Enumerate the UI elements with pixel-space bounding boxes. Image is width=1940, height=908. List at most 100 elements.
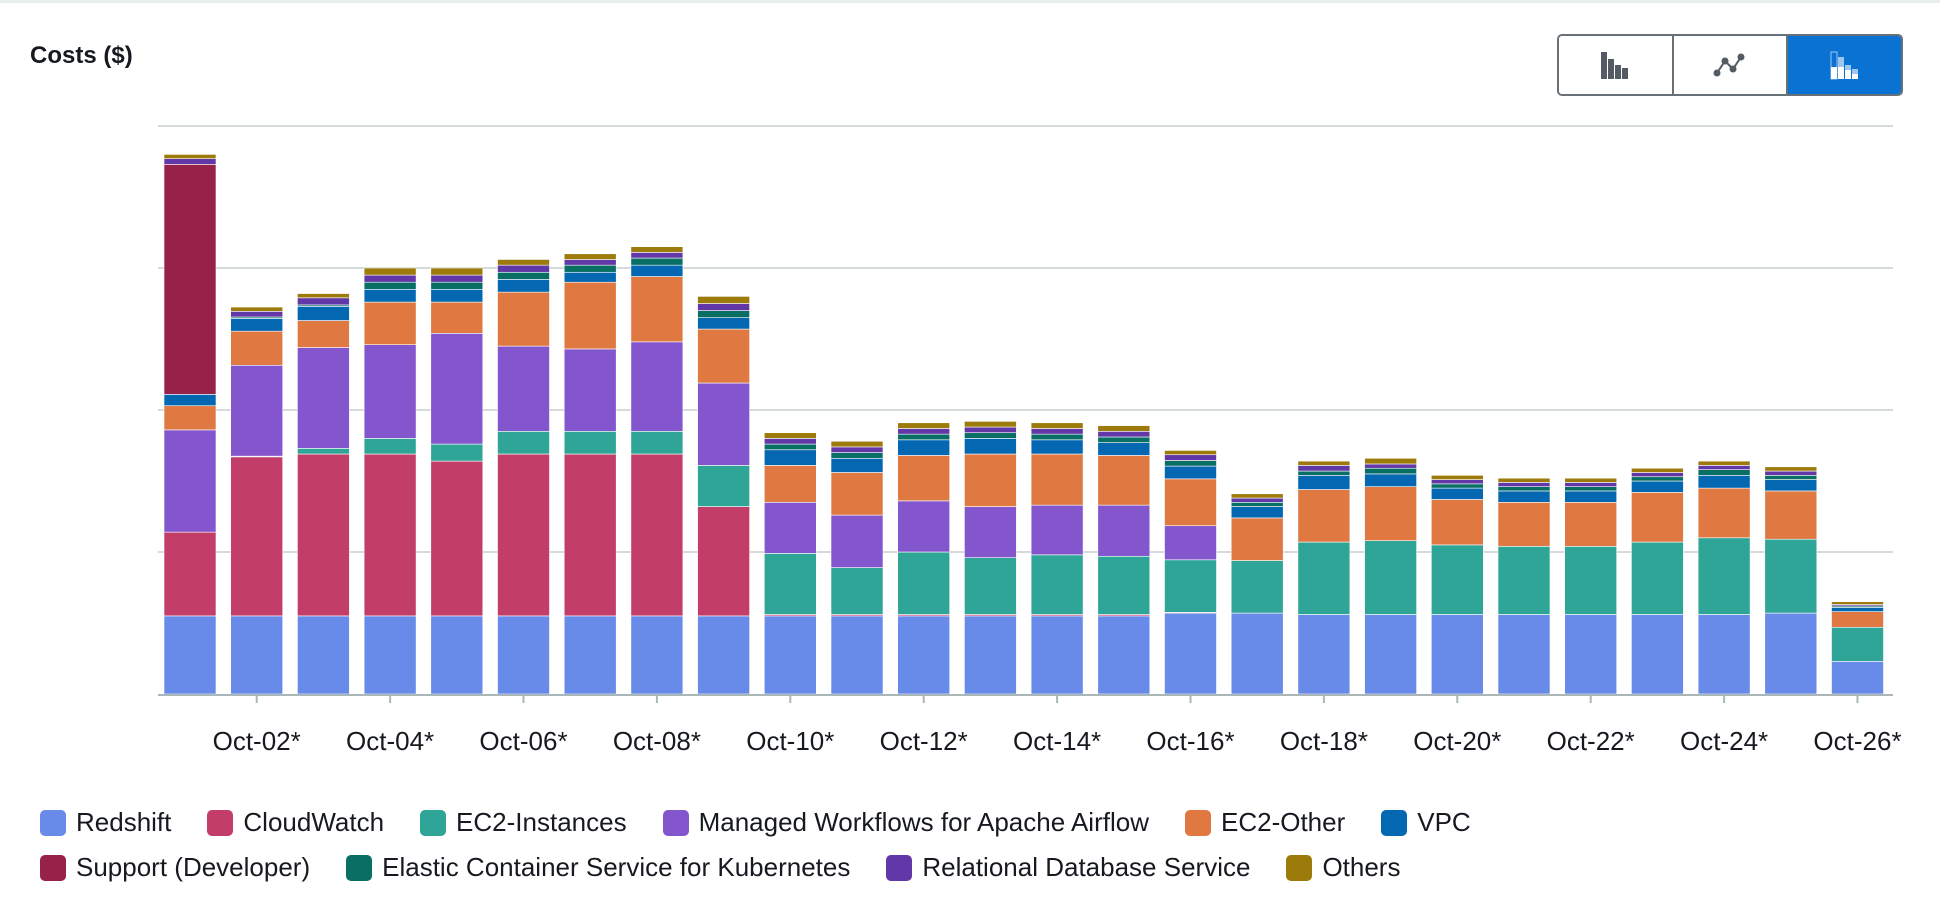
bar-segment-managed-workflows-for-apache-airflow — [697, 382, 750, 466]
bar-segment-redshift — [1631, 614, 1684, 695]
bar-segment-cloudwatch — [163, 531, 217, 617]
bar-segment-redshift — [430, 615, 484, 695]
bar-segment-elastic-container-service-for-kubernetes — [697, 310, 750, 319]
bar-segment-vpc — [1697, 475, 1751, 489]
bar-segment-redshift — [1364, 614, 1417, 695]
legend-item[interactable]: Elastic Container Service for Kubernetes — [346, 852, 850, 883]
bar-segment-ec2-other — [363, 301, 417, 345]
x-tick-label: Oct-26* — [1813, 726, 1901, 756]
legend-item[interactable]: CloudWatch — [207, 807, 384, 838]
bar-segment-managed-workflows-for-apache-airflow — [964, 506, 1017, 558]
bar-segment-redshift — [1831, 661, 1884, 695]
bar-segment-elastic-container-service-for-kubernetes — [897, 433, 951, 441]
bar-segment-ec2-other — [763, 465, 817, 503]
bar-segment-vpc — [1164, 465, 1217, 480]
bar-segment-others — [1364, 457, 1417, 465]
bar-segment-others — [563, 253, 617, 260]
bar-segment-others — [163, 154, 217, 159]
bar-segment-ec2-instances — [1564, 546, 1617, 615]
bar-segment-elastic-container-service-for-kubernetes — [1564, 486, 1617, 492]
bar-segment-ec2-instances — [363, 438, 417, 455]
bar-segment-ec2-other — [1831, 611, 1884, 628]
bar-segment-redshift — [1431, 614, 1484, 695]
legend-item[interactable]: Relational Database Service — [886, 852, 1250, 883]
bar-segment-ec2-instances — [563, 430, 617, 455]
bar-segment-cloudwatch — [430, 460, 484, 617]
bar-segment-relational-database-service — [230, 311, 283, 318]
bar-segment-cloudwatch — [630, 453, 684, 617]
bar-segment-elastic-container-service-for-kubernetes — [563, 264, 617, 273]
bar-segment-cloudwatch — [697, 506, 750, 617]
legend-label: Relational Database Service — [922, 852, 1251, 882]
bar-segment-managed-workflows-for-apache-airflow — [230, 364, 283, 457]
bar-segment-redshift — [964, 615, 1017, 695]
bar-segment-elastic-container-service-for-kubernetes — [1431, 483, 1484, 489]
legend-item[interactable]: VPC — [1381, 807, 1471, 838]
legend-row: Redshift CloudWatch EC2-Instances Managed W… — [40, 800, 1471, 845]
bar-segment-cloudwatch — [363, 453, 417, 617]
bar-segment-relational-database-service — [830, 446, 884, 453]
bar-segment-cloudwatch — [497, 453, 550, 617]
bar-segment-ec2-instances — [1697, 537, 1751, 615]
bar-segment-ec2-other — [1631, 492, 1684, 543]
bar-segment-relational-database-service — [297, 297, 350, 306]
bar-segment-relational-database-service — [363, 274, 417, 283]
bar-segment-managed-workflows-for-apache-airflow — [363, 344, 417, 439]
bar-segment-ec2-other — [1364, 486, 1417, 541]
bar-segment-ec2-other — [163, 405, 217, 431]
bar-segment-others — [1230, 493, 1284, 499]
legend-item[interactable]: Others — [1286, 852, 1400, 883]
bar-segment-relational-database-service — [563, 259, 617, 266]
x-tick-label: Oct-02* — [213, 726, 301, 756]
legend-item[interactable]: Support (Developer) — [40, 852, 310, 883]
bar-segment-ec2-instances — [1497, 546, 1551, 615]
x-tick-label: Oct-18* — [1280, 726, 1368, 756]
x-tick-label: Oct-22* — [1547, 726, 1635, 756]
x-tick-label: Oct-10* — [746, 726, 834, 756]
bar-segment-ec2-other — [964, 453, 1017, 507]
bar-segment-managed-workflows-for-apache-airflow — [1030, 504, 1084, 556]
bar-segment-elastic-container-service-for-kubernetes — [497, 271, 550, 280]
bar-segment-vpc — [1631, 480, 1684, 493]
bar-segment-ec2-instances — [763, 553, 817, 615]
bar-segment-others — [897, 422, 951, 429]
bar-segment-others — [1631, 467, 1684, 473]
bar-segment-vpc — [697, 317, 750, 330]
legend-label: EC2-Other — [1220, 807, 1346, 837]
chart-legend: Redshift CloudWatch EC2-Instances Managed W… — [40, 800, 1471, 890]
bar-segment-vpc — [964, 438, 1017, 455]
bar-segment-elastic-container-service-for-kubernetes — [964, 432, 1017, 439]
bar-segment-vpc — [363, 288, 417, 303]
bar-segment-vpc — [630, 264, 684, 277]
bar-segment-managed-workflows-for-apache-airflow — [630, 341, 684, 432]
bar-segment-redshift — [1164, 612, 1217, 695]
bar-segment-ec2-instances — [1297, 541, 1351, 615]
bar-segment-managed-workflows-for-apache-airflow — [297, 347, 350, 449]
bar-segment-others — [1164, 450, 1217, 456]
bar-segment-others — [1831, 601, 1884, 605]
bar-segment-relational-database-service — [697, 303, 750, 311]
bar-segment-ec2-other — [497, 291, 550, 347]
legend-swatch — [1381, 809, 1408, 836]
legend-item[interactable]: EC2-Other — [1184, 807, 1346, 838]
stacked-bar-chart: Oct-02* Oct-04* Oct-06* Oct-08* Oct-10* Oct-1… — [158, 125, 1902, 756]
legend-swatch — [886, 854, 913, 881]
bar-segment-relational-database-service — [1564, 482, 1617, 487]
bar-segment-vpc — [1497, 490, 1551, 503]
bar-segment-redshift — [1564, 614, 1617, 695]
bar-segment-elastic-container-service-for-kubernetes — [430, 281, 484, 290]
bar-segment-others — [1497, 477, 1551, 483]
x-tick-label: Oct-14* — [1013, 726, 1101, 756]
bar-segment-others — [1030, 422, 1084, 429]
bar-segment-relational-database-service — [1030, 428, 1084, 435]
legend-swatch — [40, 809, 66, 836]
bar-segment-ec2-instances — [1364, 540, 1417, 615]
legend-item[interactable]: Managed Workflows for Apache Airflow — [662, 807, 1149, 838]
bar-segment-relational-database-service — [1230, 497, 1284, 503]
legend-swatch — [662, 809, 689, 836]
legend-item[interactable]: EC2-Instances — [420, 807, 627, 838]
bar-segment-redshift — [363, 615, 417, 695]
bar-segment-managed-workflows-for-apache-airflow — [163, 429, 217, 533]
legend-item[interactable]: Redshift — [40, 807, 171, 838]
bar-segment-ec2-other — [1030, 453, 1084, 506]
